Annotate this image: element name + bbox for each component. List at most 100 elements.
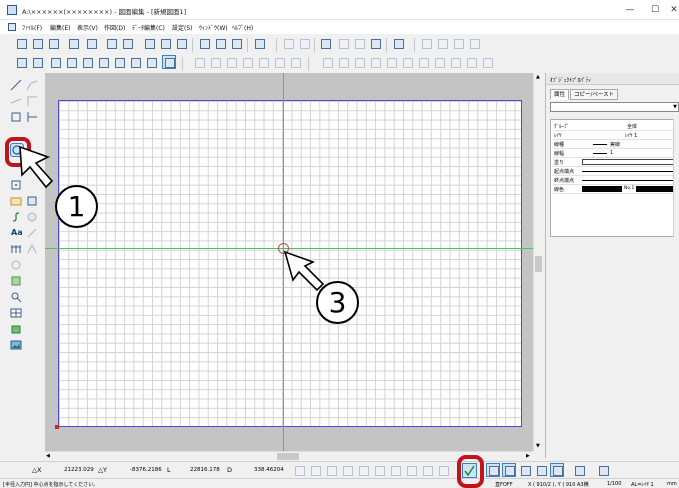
angle-dim-tool-icon[interactable] — [25, 242, 39, 256]
save-icon[interactable] — [104, 36, 118, 50]
dx-value[interactable]: 21223.029 — [64, 467, 94, 473]
property-row-line-color[interactable]: 線色 No.1 — [553, 185, 679, 194]
ortho-mode-icon[interactable] — [162, 55, 176, 69]
snap-grid-icon[interactable] — [14, 55, 28, 69]
front-icon[interactable] — [352, 55, 366, 69]
open-recent-icon[interactable] — [46, 36, 60, 50]
snap-mode-e-icon[interactable] — [550, 463, 564, 477]
rotate-icon[interactable] — [224, 55, 238, 69]
open-file-icon[interactable] — [30, 36, 44, 50]
snap-mode-a-icon[interactable] — [486, 463, 500, 477]
polyline-tool-icon[interactable] — [25, 78, 39, 92]
select-arrow-icon[interactable] — [192, 55, 206, 69]
fit-view-icon[interactable] — [48, 55, 62, 69]
offset-icon[interactable] — [448, 55, 462, 69]
trim-icon[interactable] — [416, 55, 430, 69]
ungroup-icon[interactable] — [336, 55, 350, 69]
zoom-in-icon[interactable] — [419, 36, 433, 50]
image-save-icon[interactable] — [158, 36, 172, 50]
array-icon[interactable] — [288, 55, 302, 69]
fill-tool-icon[interactable] — [25, 194, 39, 208]
menu-file[interactable]: ﾌｧｲﾙ(F) — [22, 23, 42, 32]
zoom-window-icon[interactable] — [451, 36, 465, 50]
layer-icon[interactable] — [318, 36, 332, 50]
scroll-left-arrow-icon[interactable]: ◀ — [46, 453, 50, 459]
mirror-icon[interactable] — [240, 55, 254, 69]
region-tool-icon[interactable] — [9, 194, 23, 208]
copy-icon[interactable] — [336, 36, 350, 50]
scale-icon[interactable] — [256, 55, 270, 69]
rectangle-tool-icon[interactable] — [9, 110, 23, 124]
dimension-line-tool-icon[interactable] — [25, 94, 39, 108]
view-extent-icon[interactable] — [112, 55, 126, 69]
page-setup-icon[interactable] — [252, 36, 266, 50]
search-tool-icon[interactable] — [9, 290, 23, 304]
snap-point-icon[interactable] — [30, 55, 44, 69]
property-row-linewidth[interactable]: 線幅 1 — [553, 149, 679, 158]
view-select-icon[interactable] — [128, 55, 142, 69]
multiline-tool-icon[interactable] — [9, 94, 23, 108]
spline-tool-icon[interactable] — [9, 210, 23, 224]
panel-scrollbar[interactable] — [673, 119, 679, 237]
axis-tool-icon[interactable] — [25, 110, 39, 124]
snap-intersection-icon[interactable] — [324, 463, 338, 477]
property-row-end-cap[interactable]: 終点端点 — [553, 176, 679, 185]
open-dropdown-icon[interactable] — [84, 36, 98, 50]
snap-mode-b-icon[interactable] — [502, 463, 516, 477]
text-tool-icon[interactable]: Aa — [11, 228, 23, 237]
snap-center-icon[interactable] — [372, 463, 386, 477]
minimize-button[interactable]: — — [620, 3, 640, 17]
print-icon[interactable] — [197, 36, 211, 50]
snap-mode-d-icon[interactable] — [534, 463, 548, 477]
scroll-up-arrow-icon[interactable]: ▲ — [536, 74, 540, 80]
property-row-layer[interactable]: ﾚｲﾔ ﾚｲﾔ 1 — [553, 131, 679, 140]
property-row-linetype[interactable]: 線種 実線 — [553, 140, 679, 149]
menu-help[interactable]: ﾍﾙﾌﾟ(H) — [232, 23, 253, 32]
menu-settings[interactable]: 設定(S) — [172, 23, 193, 32]
distribute-icon[interactable] — [400, 55, 414, 69]
menu-draw[interactable]: 作図(D) — [104, 23, 125, 32]
close-button[interactable]: ✕ — [664, 3, 679, 17]
chamfer-icon[interactable] — [480, 55, 494, 69]
length-value[interactable]: 22816.178 — [190, 467, 220, 473]
pattern-tool-icon[interactable] — [9, 274, 23, 288]
view-paper-icon[interactable] — [80, 55, 94, 69]
hatch-tool-icon[interactable] — [25, 210, 39, 224]
horizontal-scroll-thumb[interactable] — [277, 453, 299, 460]
print-preview-icon[interactable] — [213, 36, 227, 50]
dimension-icon[interactable] — [391, 36, 405, 50]
extend-icon[interactable] — [432, 55, 446, 69]
part-tool-icon[interactable] — [9, 322, 23, 336]
cut-icon[interactable] — [352, 36, 366, 50]
fillet-icon[interactable] — [464, 55, 478, 69]
property-row-fill[interactable]: 塗り — [553, 158, 679, 167]
table-tool-icon[interactable] — [9, 306, 23, 320]
snap-mode-c-icon[interactable] — [518, 463, 532, 477]
redo-icon[interactable] — [297, 36, 311, 50]
view-grid-icon[interactable] — [96, 55, 110, 69]
snap-perpendicular-icon[interactable] — [340, 463, 354, 477]
new-file-icon[interactable] — [14, 36, 28, 50]
print-setup-icon[interactable] — [229, 36, 243, 50]
export-icon[interactable] — [142, 36, 156, 50]
scroll-down-arrow-icon[interactable]: ▼ — [536, 443, 540, 449]
snap-endpoint-icon[interactable] — [292, 463, 306, 477]
pdf-icon[interactable] — [174, 36, 188, 50]
import-icon[interactable] — [66, 36, 80, 50]
tab-copy-paste[interactable]: コピー/ペースト — [570, 89, 619, 100]
paste-icon[interactable] — [368, 36, 382, 50]
object-select-dropdown[interactable]: ▼ — [550, 102, 679, 112]
property-row-start-cap[interactable]: 起点端点 — [553, 167, 679, 176]
vertical-scroll-thumb[interactable] — [535, 256, 542, 272]
menu-data-edit[interactable]: ﾃﾞｰﾀ編集(C) — [132, 23, 165, 32]
symbol-tool-icon[interactable] — [9, 258, 23, 272]
zoom-out-icon[interactable] — [435, 36, 449, 50]
snap-grid-point-icon[interactable] — [436, 463, 450, 477]
maximize-button[interactable]: ☐ — [645, 3, 665, 17]
properties-edit-icon[interactable] — [596, 463, 610, 477]
vertical-scrollbar[interactable]: ▲ ▼ — [533, 73, 543, 451]
undo-icon[interactable] — [281, 36, 295, 50]
direction-value[interactable]: 338.46204 — [254, 467, 284, 473]
align-icon[interactable] — [384, 55, 398, 69]
move-icon[interactable] — [208, 55, 222, 69]
